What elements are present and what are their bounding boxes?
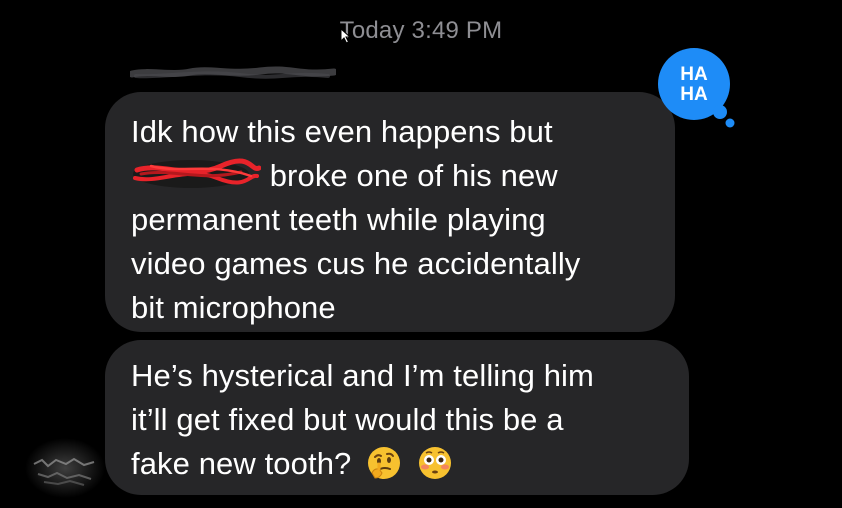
message-line-with-redaction: broke one of his new bbox=[131, 154, 655, 198]
message-line-with-emoji: fake new tooth? bbox=[131, 442, 669, 486]
message-line: permanent teeth while playing bbox=[131, 202, 546, 237]
message-bubble[interactable]: He’s hysterical and I’m telling him it’l… bbox=[105, 340, 689, 495]
redaction-scribble bbox=[131, 154, 262, 194]
sender-name-redacted bbox=[130, 66, 336, 79]
message-line: video games cus he accidentally bbox=[131, 246, 581, 281]
haha-reaction-icon[interactable]: HA HA bbox=[648, 46, 738, 130]
sender-avatar-icon[interactable] bbox=[20, 430, 110, 500]
reaction-text: HA bbox=[680, 64, 708, 85]
mouse-cursor-icon bbox=[340, 28, 352, 44]
reaction-text: HA bbox=[680, 84, 708, 105]
message-line: Idk how this even happens but bbox=[131, 114, 553, 149]
conversation-timestamp: Today 3:49 PM bbox=[339, 17, 503, 44]
message-line-text: fake new tooth? bbox=[131, 446, 352, 481]
message-line: bit microphone bbox=[131, 290, 336, 325]
message-line: it’ll get fixed but would this be a bbox=[131, 402, 564, 437]
thinking-face-emoji-icon bbox=[368, 446, 401, 479]
message-bubble[interactable]: Idk how this even happens but broke one … bbox=[105, 92, 675, 332]
flushed-face-emoji-icon bbox=[418, 446, 451, 479]
message-line: He’s hysterical and I’m telling him bbox=[131, 358, 594, 393]
message-line-text: broke one of his new bbox=[269, 158, 558, 193]
